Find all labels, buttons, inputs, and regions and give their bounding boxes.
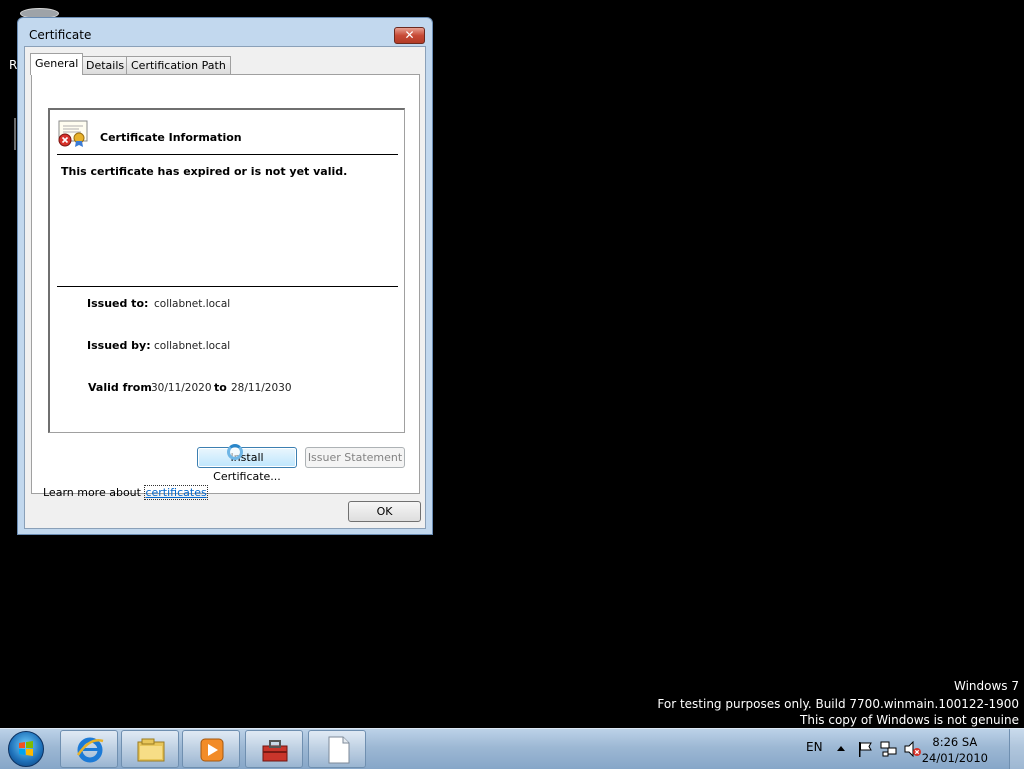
title-bar[interactable]: Certificate ✕	[18, 18, 432, 46]
dialog-client-area: General Details Certification Path Certi…	[24, 46, 426, 529]
details-divider	[57, 286, 398, 287]
certificate-info-heading: Certificate Information	[100, 131, 242, 144]
close-icon: ✕	[404, 28, 415, 42]
ok-button[interactable]: OK	[348, 501, 421, 522]
close-button[interactable]: ✕	[394, 27, 425, 44]
system-clock[interactable]: 8:26 SA 24/01/2010	[922, 734, 988, 766]
issued-by-label: Issued by:	[87, 339, 151, 352]
install-certificate-button[interactable]: Install Certificate...	[197, 447, 297, 483]
blank-document-icon	[328, 736, 350, 764]
valid-from-value: 30/11/2020	[151, 382, 212, 394]
show-desktop-button[interactable]	[1009, 729, 1024, 769]
valid-to-value: 28/11/2030	[231, 382, 292, 394]
internet-explorer-icon	[76, 737, 104, 763]
tab-certification-path[interactable]: Certification Path	[126, 56, 231, 74]
busy-cursor-icon	[227, 444, 243, 460]
issued-by-value: collabnet.local	[154, 340, 231, 352]
show-hidden-icons-icon[interactable]	[836, 744, 846, 752]
taskbar-blank-document[interactable]	[308, 730, 366, 768]
learn-more-text: Learn more about certificates	[43, 485, 208, 500]
clock-time: 8:26 SA	[932, 735, 978, 749]
taskbar-internet-explorer[interactable]	[60, 730, 118, 768]
language-indicator[interactable]: EN	[806, 740, 823, 754]
taskbar-windows-explorer[interactable]	[121, 730, 179, 768]
windows-explorer-icon	[137, 738, 165, 762]
tab-general[interactable]: General	[30, 53, 84, 75]
toolbox-icon	[262, 740, 288, 762]
taskbar-toolbox[interactable]	[245, 730, 303, 768]
watermark-line-2: For testing purposes only. Build 7700.wi…	[657, 697, 1019, 711]
taskbar-media-player[interactable]	[182, 730, 240, 768]
general-tab-panel: Certificate Information This certificate…	[31, 74, 420, 500]
heading-divider	[57, 154, 398, 155]
volume-muted-icon[interactable]	[904, 741, 922, 757]
windows-logo-icon	[19, 741, 33, 756]
clock-date: 24/01/2010	[921, 751, 988, 765]
certificate-error-icon	[58, 120, 88, 147]
certificates-link[interactable]: certificates	[144, 485, 208, 500]
watermark-line-3: This copy of Windows is not genuine	[800, 713, 1019, 727]
issuer-statement-button[interactable]: Issuer Statement	[305, 447, 405, 468]
valid-to-label: to	[214, 381, 227, 394]
start-button[interactable]	[8, 731, 44, 767]
issued-to-value: collabnet.local	[154, 298, 231, 310]
tab-details[interactable]: Details	[81, 56, 130, 74]
action-center-flag-icon[interactable]	[857, 741, 873, 757]
media-player-icon	[200, 738, 224, 762]
valid-from-label: Valid from	[88, 381, 152, 394]
certificate-dialog: Certificate ✕ General Details Certificat…	[17, 17, 433, 535]
dialog-title: Certificate	[29, 28, 92, 42]
issued-to-label: Issued to:	[87, 297, 149, 310]
network-icon[interactable]	[880, 741, 898, 757]
certificate-info-box: Certificate Information This certificate…	[48, 108, 405, 433]
watermark-line-1: Windows 7	[953, 679, 1019, 693]
learn-more-prefix: Learn more about	[43, 486, 141, 499]
taskbar: EN 8:26 SA 24/01/2010	[0, 728, 1024, 769]
certificate-status-message: This certificate has expired or is not y…	[61, 165, 348, 178]
desktop-fragment-line	[14, 118, 16, 150]
